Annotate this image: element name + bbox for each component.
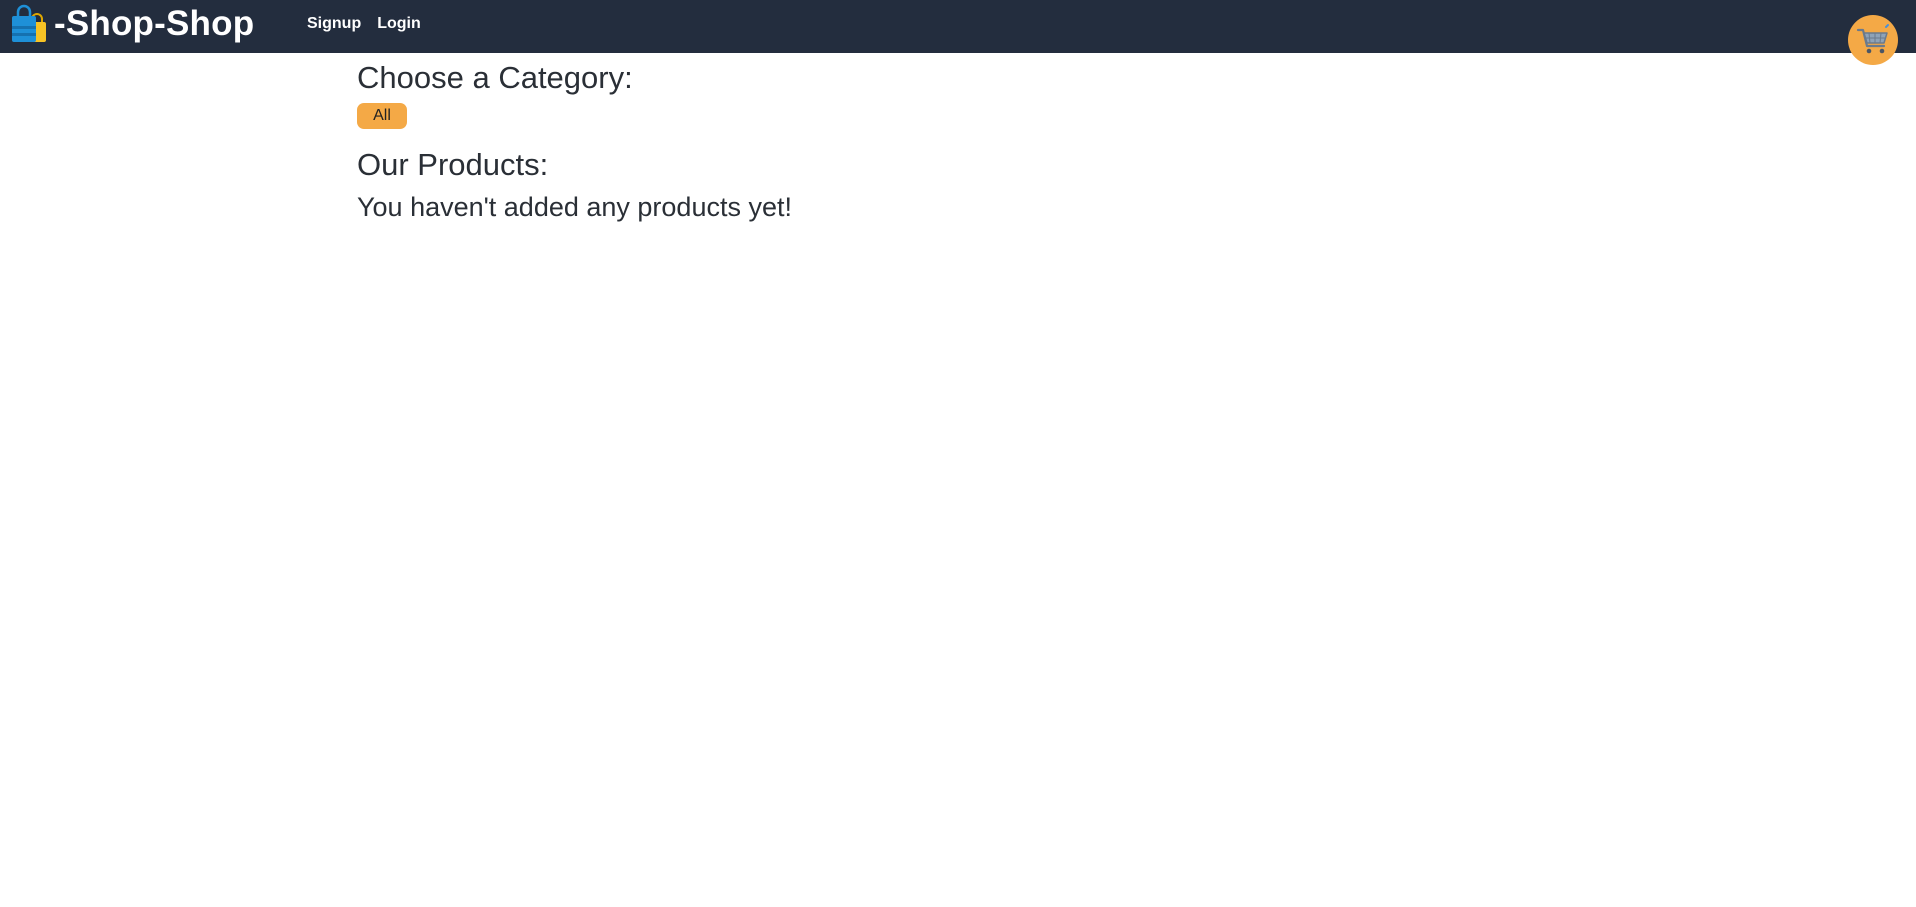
category-list: All xyxy=(357,103,1557,129)
shopping-bag-icon xyxy=(10,4,50,44)
nav-links: Signup Login xyxy=(307,14,421,34)
main-content: Choose a Category: All Our Products: You… xyxy=(357,58,1557,225)
category-button-all[interactable]: All xyxy=(357,103,407,129)
products-section: Our Products: You haven't added any prod… xyxy=(357,145,1557,225)
brand-home-link[interactable]: -Shop-Shop xyxy=(10,4,254,44)
cart-button[interactable] xyxy=(1848,15,1898,65)
nav-login-link[interactable]: Login xyxy=(377,14,421,34)
shopping-cart-icon xyxy=(1855,22,1891,58)
empty-products-message: You haven't added any products yet! xyxy=(357,192,792,222)
top-navbar: -Shop-Shop Signup Login xyxy=(0,0,1916,65)
brand-title: -Shop-Shop xyxy=(54,4,255,43)
products-heading: Our Products: xyxy=(357,147,549,182)
category-heading: Choose a Category: xyxy=(357,60,633,95)
nav-signup-link[interactable]: Signup xyxy=(307,14,361,34)
category-section: Choose a Category: All xyxy=(357,58,1557,129)
